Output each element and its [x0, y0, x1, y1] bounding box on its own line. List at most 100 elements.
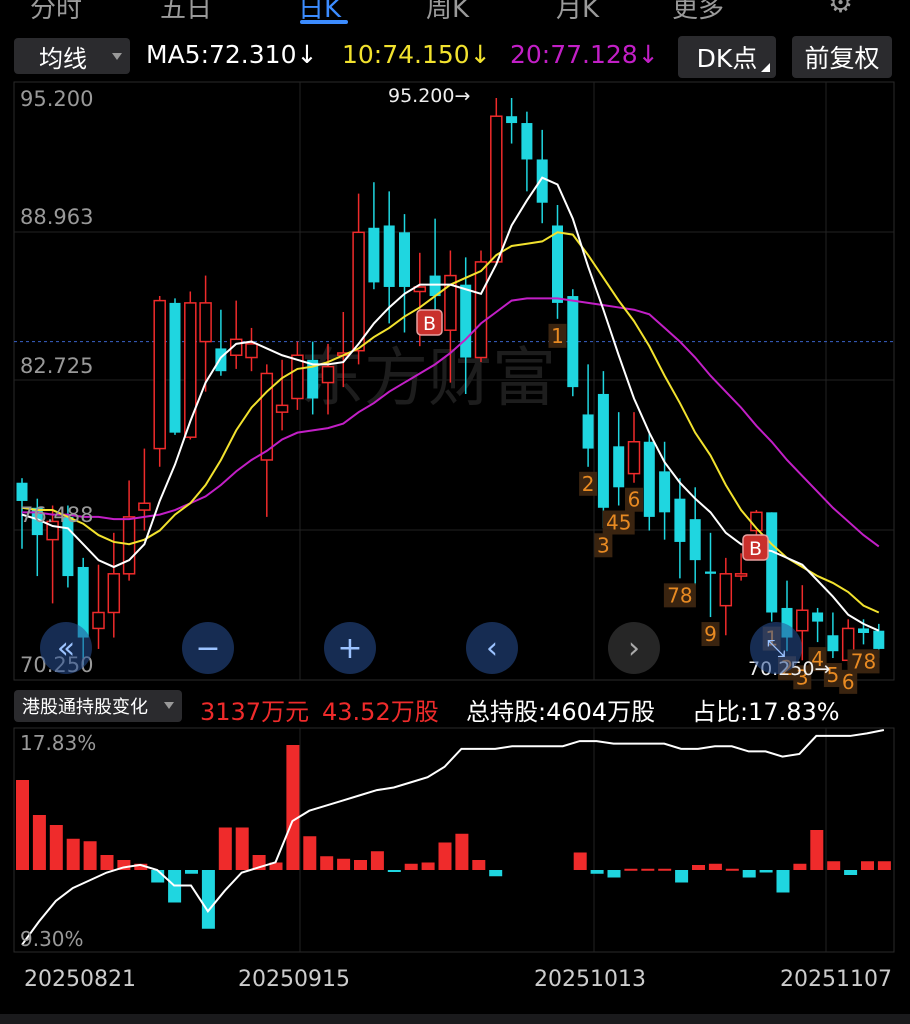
- hk-flow-bar: [877, 861, 891, 870]
- date-label: 20251107: [780, 967, 892, 992]
- price-axis-label: 76.488: [20, 503, 93, 527]
- candle-body: [368, 227, 380, 283]
- candle-body: [215, 348, 227, 372]
- candles: [16, 98, 885, 665]
- candle-body: [873, 630, 885, 649]
- hk-flow-bar: [100, 855, 114, 870]
- candle: [245, 327, 258, 372]
- candle-body: [597, 393, 609, 508]
- candle-body: [474, 261, 488, 359]
- candle-body: [719, 573, 733, 607]
- candle: [812, 607, 824, 643]
- hk-axis-top: 17.83%: [20, 731, 96, 755]
- candle-body: [245, 343, 258, 359]
- candle-body: [796, 609, 809, 632]
- hk-flow-bar: [489, 870, 503, 877]
- buy-marker: B: [742, 534, 769, 561]
- hk-flow-bar: [185, 870, 198, 874]
- hk-flow-bar: [201, 870, 215, 929]
- hk-flow-bar: [49, 825, 63, 870]
- candle-body: [613, 446, 625, 488]
- hk-flow-bar: [472, 860, 486, 870]
- hk-flow-bar: [218, 827, 232, 870]
- hk-flow-bar: [438, 842, 452, 870]
- candle-body: [705, 571, 716, 574]
- candle: [490, 98, 503, 265]
- candle: [169, 298, 181, 435]
- hk-flow-bar: [404, 863, 418, 870]
- candle: [567, 289, 579, 397]
- hk-indicator-select[interactable]: 港股通持股变化: [14, 690, 182, 722]
- candle-body: [169, 302, 181, 433]
- hk-flow-bar: [692, 865, 705, 870]
- candle-body: [352, 231, 365, 352]
- hk-flow-bar: [759, 870, 773, 873]
- hk-flow-bar: [675, 870, 689, 883]
- candle-body: [199, 302, 212, 343]
- candle-body: [536, 159, 548, 203]
- dk-signal: 3: [597, 533, 610, 557]
- hk-flow-bar: [607, 870, 621, 878]
- candle: [107, 532, 121, 638]
- candle-body: [627, 441, 641, 475]
- date-label: 20250821: [24, 967, 136, 992]
- hk-flow-bar: [725, 868, 739, 871]
- hk-flow-bar: [861, 861, 874, 870]
- candle: [153, 296, 166, 467]
- candle: [229, 300, 243, 369]
- hk-flow-bar: [624, 868, 638, 871]
- hk-flow-bar: [303, 836, 317, 870]
- candle: [827, 612, 839, 659]
- hk-panel-frame: [13, 727, 895, 953]
- hk-flow-bar: [810, 830, 824, 870]
- candle-body: [460, 284, 472, 358]
- candle-body: [812, 612, 824, 622]
- zoom-in-icon[interactable]: +: [324, 622, 376, 674]
- price-axis-label: 95.200: [20, 87, 93, 111]
- kline-chart[interactable]: 东方财富 12364578912345678 95.200 88.963 82.…: [0, 0, 910, 1024]
- zoom-out-icon[interactable]: −: [182, 622, 234, 674]
- candle-body: [153, 299, 166, 450]
- candle-body: [567, 296, 579, 388]
- hk-axis-bottom: 9.30%: [20, 927, 84, 951]
- candle: [429, 218, 441, 319]
- scroll-right-icon[interactable]: ›: [608, 622, 660, 674]
- candle: [643, 432, 655, 531]
- candle: [199, 275, 212, 392]
- hk-flow-bar: [235, 827, 249, 870]
- scroll-far-left-icon[interactable]: «: [40, 622, 92, 674]
- candle: [184, 291, 197, 440]
- candle-body: [827, 635, 839, 652]
- fullscreen-icon[interactable]: ⤡: [750, 622, 802, 674]
- candle-body: [766, 512, 778, 613]
- candle-body: [659, 471, 671, 513]
- candle-body: [689, 519, 701, 561]
- candle: [521, 111, 533, 192]
- candle: [613, 412, 625, 506]
- candle-body: [734, 573, 748, 577]
- hk-change-shares: 43.52万股: [322, 698, 439, 726]
- bottom-strip: [0, 1014, 910, 1024]
- candle-body: [122, 516, 136, 575]
- hk-flow-bar: [370, 851, 384, 870]
- hk-flow-bar: [83, 841, 97, 870]
- hk-flow-bar: [337, 858, 351, 870]
- hk-flow-bar: [286, 745, 300, 870]
- candle-body: [383, 225, 395, 287]
- candle: [766, 512, 778, 622]
- candle: [506, 98, 518, 144]
- buy-marker: B: [416, 309, 443, 336]
- hk-flow-bar: [793, 863, 807, 870]
- hk-flow-bar: [16, 780, 29, 870]
- candle-body: [399, 232, 410, 287]
- scroll-left-icon[interactable]: ‹: [466, 622, 518, 674]
- price-axis-label: 88.963: [20, 205, 93, 229]
- dk-signal: 6: [628, 488, 641, 512]
- hk-flow-bar: [641, 868, 655, 871]
- candle-body: [184, 302, 197, 438]
- candle-body: [552, 225, 563, 303]
- candle-body: [107, 573, 121, 614]
- date-label: 20250915: [238, 967, 350, 992]
- hk-flow-bar: [387, 870, 401, 872]
- candle-body: [321, 365, 335, 384]
